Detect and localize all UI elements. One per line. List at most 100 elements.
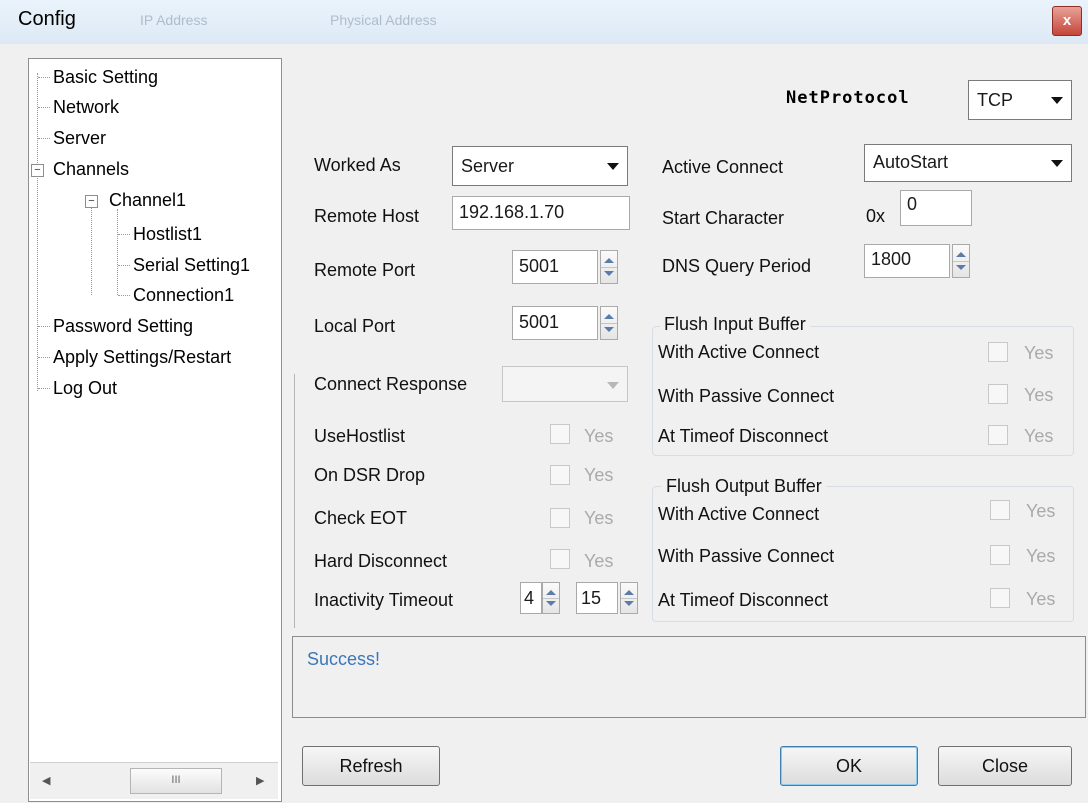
local-port-spinner[interactable] bbox=[600, 306, 618, 340]
flush-output-active-checkbox[interactable] bbox=[990, 500, 1010, 520]
scroll-left-icon[interactable]: ◀ bbox=[42, 774, 50, 787]
spin-down-icon[interactable] bbox=[624, 601, 634, 606]
close-button[interactable]: Close bbox=[938, 746, 1072, 786]
tree-item-serial-setting1[interactable]: Serial Setting1 bbox=[133, 255, 250, 276]
local-port-label: Local Port bbox=[314, 316, 396, 336]
tree-connector bbox=[91, 207, 92, 295]
flush-output-passive-checkbox[interactable] bbox=[990, 545, 1010, 565]
tree-item-apply-settings[interactable]: Apply Settings/Restart bbox=[53, 347, 231, 368]
active-connect-select[interactable]: AutoStart bbox=[864, 144, 1072, 182]
tree-item-hostlist1[interactable]: Hostlist1 bbox=[133, 224, 202, 245]
tree-connector bbox=[38, 388, 50, 389]
remote-port-label: Remote Port bbox=[314, 260, 416, 280]
check-eot-checkbox[interactable] bbox=[550, 508, 570, 528]
tree-item-log-out[interactable]: Log Out bbox=[53, 378, 117, 399]
connect-response-label: Connect Response bbox=[314, 374, 468, 394]
tree-horizontal-scrollbar[interactable]: ◀ III ▶ bbox=[30, 762, 278, 799]
spin-down-icon[interactable] bbox=[604, 271, 614, 276]
collapse-channels-icon[interactable]: − bbox=[31, 164, 44, 177]
tree-item-channels[interactable]: Channels bbox=[53, 159, 129, 180]
net-protocol-select[interactable]: TCP bbox=[968, 80, 1072, 120]
tree-item-basic-setting[interactable]: Basic Setting bbox=[53, 67, 158, 88]
hard-disconnect-label: Hard Disconnect bbox=[314, 551, 448, 571]
spin-divider bbox=[543, 598, 559, 599]
spin-up-icon[interactable] bbox=[546, 590, 556, 595]
dns-query-period-spinner[interactable] bbox=[952, 244, 970, 278]
start-character-prefix: 0x bbox=[866, 206, 886, 226]
status-message: Success! bbox=[307, 649, 381, 669]
ghost-header-ip: IP Address bbox=[140, 12, 208, 28]
chevron-down-icon bbox=[1051, 160, 1063, 167]
spin-down-icon[interactable] bbox=[604, 327, 614, 332]
net-protocol-value: TCP bbox=[977, 90, 1013, 110]
flush-input-buffer-title: Flush Input Buffer bbox=[660, 314, 810, 335]
flush-input-active-checkbox[interactable] bbox=[988, 342, 1008, 362]
remote-port-input[interactable]: 5001 bbox=[512, 250, 598, 284]
ok-button[interactable]: OK bbox=[780, 746, 918, 786]
title-bar: Config IP Address Physical Address x bbox=[0, 0, 1088, 45]
tree-item-server[interactable]: Server bbox=[53, 128, 106, 149]
tree-item-network[interactable]: Network bbox=[53, 97, 119, 118]
hard-disconnect-checkbox[interactable] bbox=[550, 549, 570, 569]
use-hostlist-label: UseHostlist bbox=[314, 426, 406, 446]
scroll-thumb[interactable]: III bbox=[130, 768, 222, 794]
inactivity-timeout-minutes-input[interactable]: 4 bbox=[520, 582, 542, 614]
flush-input-active-label: With Active Connect bbox=[658, 342, 820, 362]
tree-item-password-setting[interactable]: Password Setting bbox=[53, 316, 193, 337]
flush-output-timeof-yes: Yes bbox=[1026, 589, 1056, 609]
remote-port-spinner[interactable] bbox=[600, 250, 618, 284]
spin-up-icon[interactable] bbox=[624, 590, 634, 595]
flush-input-passive-yes: Yes bbox=[1024, 385, 1054, 405]
scroll-right-icon[interactable]: ▶ bbox=[256, 774, 264, 787]
close-icon: x bbox=[1062, 12, 1072, 29]
window-title: Config bbox=[18, 8, 76, 30]
worked-as-value: Server bbox=[461, 156, 515, 176]
tree-connector bbox=[117, 209, 118, 295]
tree-connector bbox=[118, 265, 130, 266]
spin-down-icon[interactable] bbox=[546, 601, 556, 606]
close-window-button[interactable]: x bbox=[1052, 6, 1082, 36]
start-character-input[interactable]: 0 bbox=[900, 190, 972, 226]
tree-item-connection1[interactable]: Connection1 bbox=[133, 285, 234, 306]
flush-input-active-yes: Yes bbox=[1024, 343, 1054, 363]
spin-divider bbox=[621, 598, 637, 599]
spin-up-icon[interactable] bbox=[604, 314, 614, 319]
flush-output-passive-label: With Passive Connect bbox=[658, 546, 835, 566]
spin-up-icon[interactable] bbox=[956, 252, 966, 257]
check-eot-label: Check EOT bbox=[314, 508, 408, 528]
remote-host-input[interactable]: 192.168.1.70 bbox=[452, 196, 630, 230]
inactivity-timeout-seconds-input[interactable]: 15 bbox=[576, 582, 618, 614]
inactivity-seconds-spinner[interactable] bbox=[620, 582, 638, 614]
chevron-down-icon bbox=[607, 382, 619, 389]
group-bracket bbox=[294, 374, 295, 628]
chevron-down-icon bbox=[1051, 97, 1063, 104]
ghost-header-physical: Physical Address bbox=[330, 12, 437, 28]
local-port-input[interactable]: 5001 bbox=[512, 306, 598, 340]
tree-item-channel1[interactable]: Channel1 bbox=[109, 190, 186, 211]
spin-down-icon[interactable] bbox=[956, 265, 966, 270]
inactivity-minutes-spinner[interactable] bbox=[542, 582, 560, 614]
flush-output-buffer-title: Flush Output Buffer bbox=[662, 476, 826, 497]
worked-as-select[interactable]: Server bbox=[452, 146, 628, 186]
use-hostlist-checkbox[interactable] bbox=[550, 424, 570, 444]
on-dsr-drop-checkbox[interactable] bbox=[550, 465, 570, 485]
collapse-channel1-icon[interactable]: − bbox=[85, 195, 98, 208]
dns-query-period-input[interactable]: 1800 bbox=[864, 244, 950, 278]
spin-divider bbox=[953, 261, 969, 262]
dns-query-period-label: DNS Query Period bbox=[662, 256, 812, 276]
hard-disconnect-yes: Yes bbox=[584, 551, 614, 571]
on-dsr-drop-yes: Yes bbox=[584, 465, 614, 485]
tree-connector bbox=[118, 234, 130, 235]
chevron-down-icon bbox=[607, 163, 619, 170]
tree-connector bbox=[118, 295, 130, 296]
net-protocol-label: NetProtocol bbox=[786, 88, 910, 108]
use-hostlist-yes: Yes bbox=[584, 426, 614, 446]
worked-as-label: Worked As bbox=[314, 155, 401, 175]
flush-input-timeof-checkbox[interactable] bbox=[988, 425, 1008, 445]
tree-connector bbox=[38, 326, 50, 327]
flush-input-passive-checkbox[interactable] bbox=[988, 384, 1008, 404]
flush-output-timeof-checkbox[interactable] bbox=[990, 588, 1010, 608]
connect-response-select[interactable] bbox=[502, 366, 628, 402]
refresh-button[interactable]: Refresh bbox=[302, 746, 440, 786]
spin-up-icon[interactable] bbox=[604, 258, 614, 263]
